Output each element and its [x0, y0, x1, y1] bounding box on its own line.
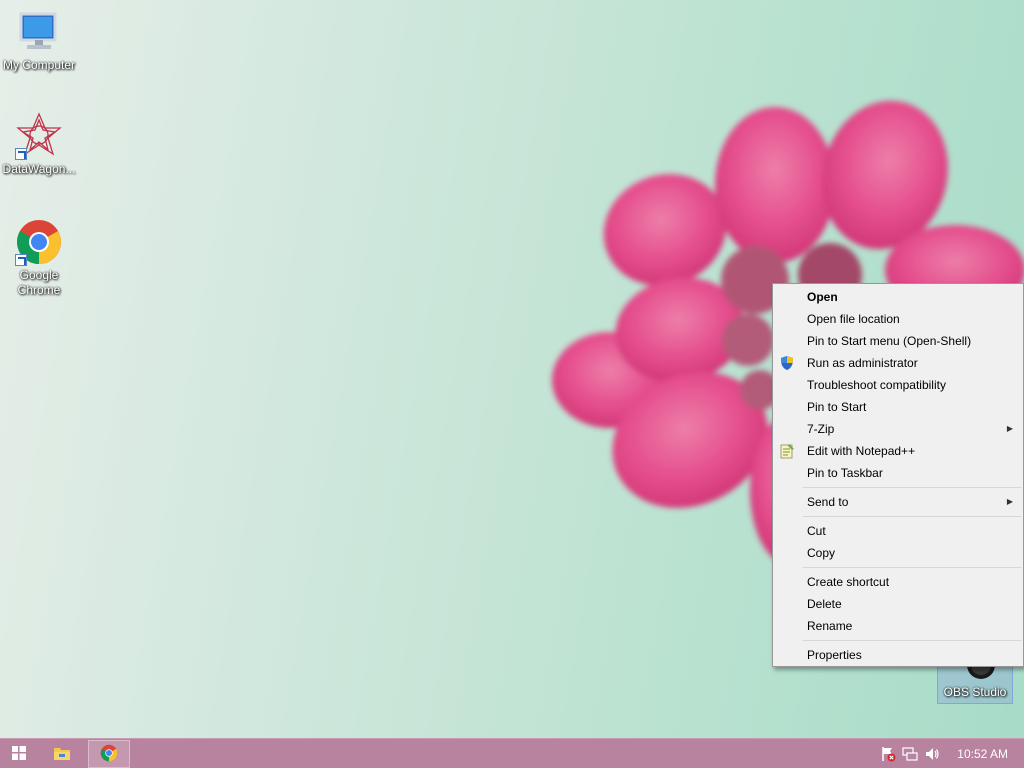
desktop-icon-google-chrome[interactable]: Google Chrome — [0, 218, 78, 298]
menu-separator — [803, 640, 1021, 641]
menu-item-label: Pin to Taskbar — [807, 466, 883, 480]
system-tray: 10:52 AM — [877, 739, 1024, 768]
menu-item-label: Rename — [807, 619, 853, 633]
menu-item-label: Properties — [807, 648, 862, 662]
menu-item-edit-with-notepadpp[interactable]: Edit with Notepad++ — [773, 440, 1023, 462]
volume-icon[interactable] — [921, 739, 943, 768]
start-button[interactable] — [0, 740, 38, 768]
menu-item-open-file-location[interactable]: Open file location — [773, 308, 1023, 330]
menu-item-label: Run as administrator — [807, 356, 918, 370]
datawagon-icon — [15, 112, 63, 160]
menu-item-label: Create shortcut — [807, 575, 890, 589]
uac-shield-icon — [779, 355, 795, 371]
menu-item-label: Troubleshoot compatibility — [807, 378, 946, 392]
shortcut-arrow-icon — [15, 148, 27, 160]
menu-item-label: Send to — [807, 495, 849, 509]
menu-item-properties[interactable]: Properties — [773, 644, 1023, 666]
taskbar: 10:52 AM — [0, 738, 1024, 768]
menu-item-pin-to-start-menu-open-shell[interactable]: Pin to Start menu (Open-Shell) — [773, 330, 1023, 352]
menu-item-troubleshoot-compatibility[interactable]: Troubleshoot compatibility — [773, 374, 1023, 396]
menu-item-send-to[interactable]: Send to ▶ — [773, 491, 1023, 513]
windows-start-icon — [12, 745, 26, 763]
menu-item-label: Copy — [807, 546, 836, 560]
desktop-icon-my-computer[interactable]: My Computer — [0, 8, 78, 73]
menu-item-copy[interactable]: Copy — [773, 542, 1023, 564]
menu-item-label: 7-Zip — [807, 422, 835, 436]
menu-item-cut[interactable]: Cut — [773, 520, 1023, 542]
notepadpp-icon — [779, 443, 795, 459]
chrome-icon — [100, 744, 118, 765]
desktop-icon-label: My Computer — [2, 58, 76, 72]
menu-item-pin-to-start[interactable]: Pin to Start — [773, 396, 1023, 418]
taskbar-file-explorer-button[interactable] — [42, 740, 82, 768]
submenu-arrow-icon: ▶ — [1006, 424, 1013, 433]
menu-item-label: Cut — [807, 524, 826, 538]
shortcut-arrow-icon — [15, 254, 27, 266]
submenu-arrow-icon: ▶ — [1006, 497, 1013, 506]
desktop-icon-label: Google Chrome — [17, 268, 61, 297]
menu-item-label: Pin to Start — [807, 400, 867, 414]
menu-separator — [803, 516, 1021, 517]
taskbar-chrome-button[interactable] — [88, 740, 130, 768]
taskbar-clock[interactable]: 10:52 AM — [943, 747, 1024, 761]
chrome-icon — [15, 218, 63, 266]
menu-item-7-zip[interactable]: 7-Zip ▶ — [773, 418, 1023, 440]
network-icon[interactable] — [899, 739, 921, 768]
menu-item-label: Delete — [807, 597, 842, 611]
menu-item-create-shortcut[interactable]: Create shortcut — [773, 571, 1023, 593]
desktop-icon-label: OBS Studio — [943, 685, 1007, 699]
desktop-icon-label: DataWagon... — [2, 162, 76, 176]
context-menu: Open Open file location Pin to Start men… — [772, 283, 1024, 667]
menu-item-label: Open — [807, 290, 838, 304]
menu-item-label: Open file location — [807, 312, 900, 326]
menu-item-open[interactable]: Open — [773, 286, 1023, 308]
menu-item-label: Pin to Start menu (Open-Shell) — [807, 334, 972, 348]
action-center-flag-icon[interactable] — [877, 739, 899, 768]
desktop-icon-datawagon[interactable]: DataWagon... — [0, 112, 78, 177]
menu-separator — [803, 567, 1021, 568]
computer-icon — [15, 8, 63, 56]
menu-item-pin-to-taskbar[interactable]: Pin to Taskbar — [773, 462, 1023, 484]
menu-item-run-as-administrator[interactable]: Run as administrator — [773, 352, 1023, 374]
file-explorer-icon — [53, 745, 71, 764]
menu-separator — [803, 487, 1021, 488]
menu-item-delete[interactable]: Delete — [773, 593, 1023, 615]
menu-item-rename[interactable]: Rename — [773, 615, 1023, 637]
menu-item-label: Edit with Notepad++ — [807, 444, 916, 458]
